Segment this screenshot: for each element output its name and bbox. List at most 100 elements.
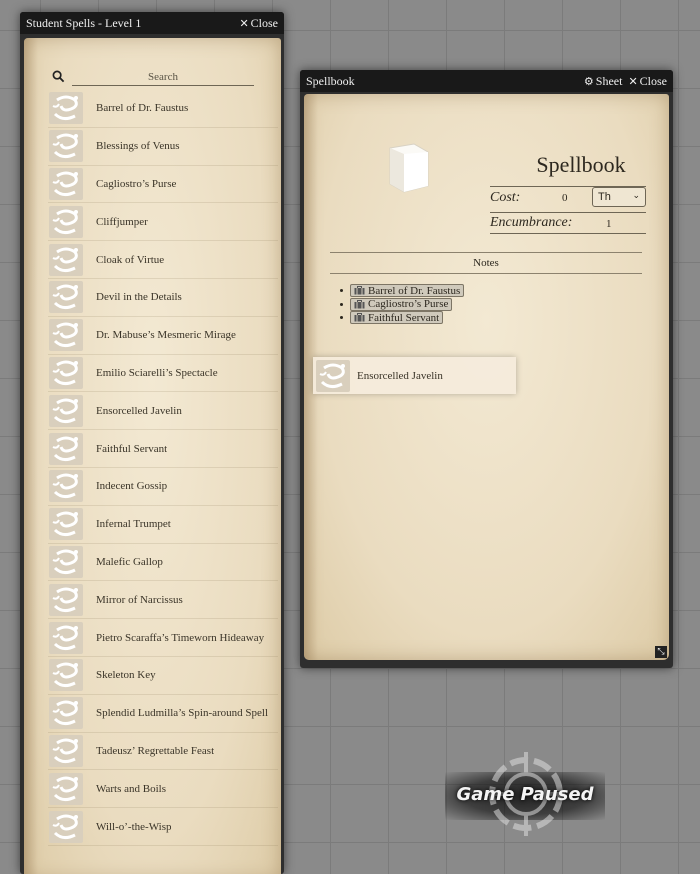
spell-list-item[interactable]: Cagliostro’s Purse <box>48 166 278 204</box>
spell-name: Will-o’-the-Wisp <box>96 820 172 833</box>
sheet-button[interactable]: ⚙ Sheet <box>584 74 623 89</box>
student-spells-header[interactable]: Student Spells - Level 1 ✕ Close <box>20 12 284 34</box>
spell-swirl-icon <box>49 772 83 805</box>
item-name[interactable]: Spellbook <box>516 152 646 178</box>
spell-icon <box>48 772 84 806</box>
search-input[interactable] <box>72 68 254 86</box>
resize-handle[interactable]: ⤡ <box>655 646 667 658</box>
spell-name: Blessings of Venus <box>96 140 180 153</box>
spell-list-item[interactable]: Blessings of Venus <box>48 128 278 166</box>
spell-icon <box>48 583 84 617</box>
spell-list-item[interactable]: Splendid Ludmilla’s Spin-around Spell <box>48 695 278 733</box>
drag-ghost-spell[interactable]: Ensorcelled Javelin <box>313 357 516 394</box>
close-button[interactable]: ✕ Close <box>239 16 278 31</box>
close-icon: ✕ <box>628 74 638 88</box>
encumbrance-value[interactable]: 1 <box>606 218 612 230</box>
spell-swirl-icon <box>49 205 83 238</box>
game-paused-indicator: Game Paused <box>445 752 605 836</box>
spells-parchment: Barrel of Dr. Faustus Blessings of Venus C… <box>24 38 281 874</box>
spell-icon <box>48 167 84 201</box>
book-icon[interactable] <box>384 142 432 194</box>
spell-list-item[interactable]: Pietro Scaraffa’s Timeworn Hideaway <box>48 619 278 657</box>
spell-list-item[interactable]: Cliffjumper <box>48 203 278 242</box>
spellbook-header[interactable]: Spellbook ⚙ Sheet ✕ Close <box>300 70 673 92</box>
spell-name: Barrel of Dr. Faustus <box>96 102 189 115</box>
drag-ghost-label: Ensorcelled Javelin <box>357 369 443 382</box>
tab-notes[interactable]: Notes <box>330 252 642 274</box>
student-spells-window: Student Spells - Level 1 ✕ Close Barrel … <box>20 12 284 874</box>
spell-icon <box>48 658 84 692</box>
spell-name: Ensorcelled Javelin <box>96 404 182 417</box>
spell-icon <box>48 469 84 503</box>
spell-swirl-icon <box>49 281 83 314</box>
spell-list-item[interactable]: Mirror of Narcissus <box>48 581 278 620</box>
spell-list-item[interactable]: Warts and Boils <box>48 770 278 809</box>
spell-icon <box>48 205 84 239</box>
spell-icon <box>48 734 84 768</box>
spell-list-item[interactable]: Malefic Gallop <box>48 544 278 582</box>
spell-swirl-icon <box>49 470 83 503</box>
spell-name: Pietro Scaraffa’s Timeworn Hideaway <box>96 631 265 644</box>
close-icon: ✕ <box>239 16 249 30</box>
currency-value: Th <box>598 191 611 203</box>
spell-icon <box>48 394 84 428</box>
spell-swirl-icon <box>49 319 83 352</box>
notes-list-item: Cagliostro’s Purse <box>340 297 464 312</box>
spell-name: Tadeusz’ Regrettable Feast <box>96 744 215 757</box>
suitcase-icon <box>354 286 365 295</box>
window-title: Student Spells - Level 1 <box>26 15 142 30</box>
spell-list-item[interactable]: Tadeusz’ Regrettable Feast <box>48 733 278 771</box>
spell-name: Malefic Gallop <box>96 555 163 568</box>
cost-value[interactable]: 0 <box>562 192 568 204</box>
notes-list-item: Faithful Servant <box>340 311 464 325</box>
spell-icon <box>48 621 84 655</box>
gear-icon: ⚙ <box>583 74 594 88</box>
spell-list-item[interactable]: Cloak of Virtue <box>48 241 278 279</box>
close-button[interactable]: ✕ Close <box>628 74 667 89</box>
spell-name: Warts and Boils <box>96 782 166 795</box>
close-label: Close <box>250 15 278 30</box>
currency-select[interactable]: Th ⌄ <box>592 187 646 207</box>
spell-icon <box>48 129 84 163</box>
suitcase-icon <box>354 299 365 309</box>
spell-list-item[interactable]: Ensorcelled Javelin <box>48 392 278 431</box>
spell-list-item[interactable]: Skeleton Key <box>48 657 278 695</box>
spell-list-item[interactable]: Will-o’-the-Wisp <box>48 808 278 846</box>
spell-icon <box>48 545 84 579</box>
item-link-chip[interactable]: Cagliostro’s Purse <box>350 297 453 311</box>
spell-icon <box>48 810 84 844</box>
spell-list-item[interactable]: Emilio Sciarelli’s Spectacle <box>48 355 278 393</box>
item-link-chip[interactable]: Faithful Servant <box>350 311 444 325</box>
spell-list-item[interactable]: Infernal Trumpet <box>48 506 278 544</box>
spell-list-item[interactable]: Barrel of Dr. Faustus <box>48 90 278 128</box>
item-link-chip[interactable]: Barrel of Dr. Faustus <box>350 284 465 298</box>
notes-list: Barrel of Dr. Faustus Cagliostro’s Purse F… <box>340 284 465 325</box>
spell-list-item[interactable]: Indecent Gossip <box>48 468 278 506</box>
spell-list-item[interactable]: Devil in the Details <box>48 279 278 317</box>
spell-icon <box>48 280 84 314</box>
cost-label: Cost: <box>490 189 521 205</box>
spell-swirl-icon <box>49 92 83 125</box>
spell-icon <box>48 243 84 277</box>
spell-name: Mirror of Narcissus <box>96 593 183 606</box>
item-link-label: Cagliostro’s Purse <box>368 298 449 311</box>
spell-name: Emilio Sciarelli’s Spectacle <box>96 366 218 379</box>
spell-swirl-icon <box>49 243 83 276</box>
spell-name: Skeleton Key <box>96 669 156 682</box>
spell-swirl-icon <box>316 359 350 392</box>
spell-icon <box>48 91 84 125</box>
spell-swirl-icon <box>49 508 83 541</box>
spell-list-item[interactable]: Faithful Servant <box>48 430 278 468</box>
spell-icon <box>48 507 84 541</box>
spell-list-item[interactable]: Dr. Mabuse’s Mesmeric Mirage <box>48 317 278 355</box>
item-link-label: Barrel of Dr. Faustus <box>368 284 461 297</box>
spell-name: Infernal Trumpet <box>96 518 171 531</box>
spell-name: Dr. Mabuse’s Mesmeric Mirage <box>96 329 236 342</box>
notes-list-item: Barrel of Dr. Faustus <box>340 284 465 298</box>
spell-swirl-icon <box>49 734 83 767</box>
spell-name: Devil in the Details <box>96 291 182 304</box>
spell-name: Splendid Ludmilla’s Spin-around Spell <box>96 707 269 720</box>
spell-swirl-icon <box>49 167 83 200</box>
spell-swirl-icon <box>49 810 83 843</box>
spell-name: Faithful Servant <box>96 442 168 455</box>
